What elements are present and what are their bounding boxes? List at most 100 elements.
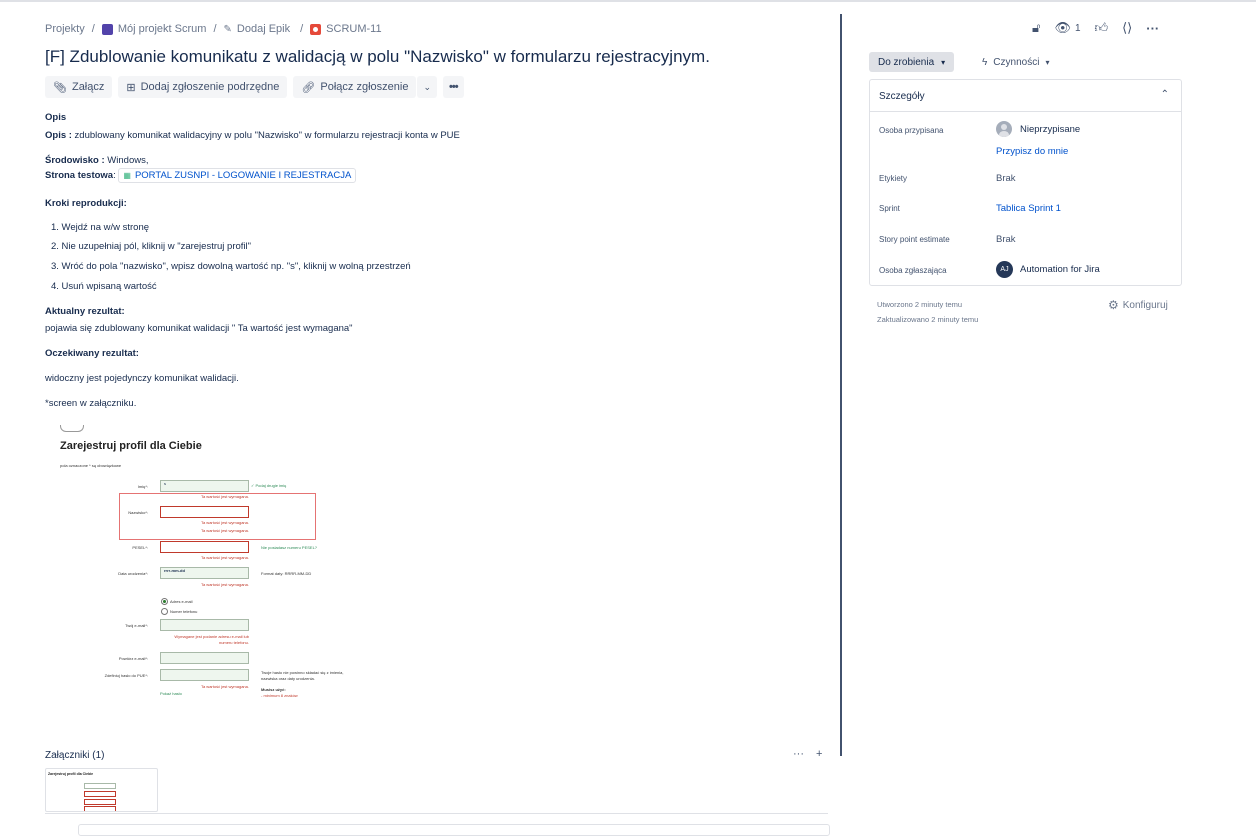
more-icon[interactable]: ···: [1146, 21, 1159, 36]
issue-title[interactable]: [F] Zdublowanie komunikatu z walidacją w…: [45, 47, 710, 67]
sprint-label: Sprint: [879, 204, 900, 213]
opis-text: zdublowany komunikat walidacyjny w polu …: [71, 130, 460, 141]
details-panel: Szczegóły ⌃ Osoba przypisana Nieprzypisa…: [869, 79, 1182, 286]
breadcrumb-epic[interactable]: ✎ Dodaj Epik: [224, 23, 291, 35]
expected-heading: Oczekiwany rezultat:: [45, 348, 139, 359]
test-page-label: Strona testowa: [45, 170, 114, 181]
assignee-label: Osoba przypisana: [879, 126, 944, 135]
hierarchy-icon: ⊞: [126, 81, 136, 94]
breadcrumb-separator: /: [91, 23, 95, 35]
comment-box[interactable]: [78, 824, 830, 836]
actual-text: pojawia się zdublowany komunikat walidac…: [45, 323, 353, 334]
test-page-link[interactable]: ▦ PORTAL ZUSNPI - LOGOWANIE I REJESTRACJ…: [118, 168, 357, 183]
labels-value[interactable]: Brak: [996, 173, 1016, 184]
form-title: Zarejestruj profil dla Ciebie: [60, 440, 202, 452]
thumbnail-field: [84, 799, 116, 805]
screen-note: *screen w załączniku.: [45, 398, 137, 409]
link-issue-dropdown[interactable]: ⌄: [417, 76, 437, 98]
attachments-add-button[interactable]: +: [816, 748, 822, 760]
details-header[interactable]: Szczegóły ⌃: [870, 80, 1181, 112]
configure-label: Konfiguruj: [1122, 299, 1168, 311]
pesel-error: Ta wartość jest wymagana.: [200, 555, 249, 560]
thumbs-up-icon[interactable]: 👍︎: [1095, 20, 1109, 36]
attachment-thumbnail[interactable]: Zarejestruj profil dla Ciebie: [45, 768, 158, 812]
status-dropdown[interactable]: Do zrobienia ▾: [869, 52, 955, 72]
thumbnail-title: Zarejestruj profil dla Ciebie: [48, 772, 94, 776]
breadcrumb: Projekty / Mój projekt Scrum / ✎ Dodaj E…: [45, 23, 382, 35]
breadcrumb-projects[interactable]: Projekty: [45, 23, 85, 35]
dob-value: rrrr-mm-dd: [164, 568, 185, 573]
env-text: Windows,: [104, 155, 149, 166]
story-points-label: Story point estimate: [879, 235, 950, 244]
project-icon: [101, 23, 113, 35]
step-item: 3. Wróć do pola "nazwisko", wpisz dowoln…: [51, 261, 411, 272]
test-page-link-label: PORTAL ZUSNPI - LOGOWANIE I REJESTRACJA: [134, 170, 352, 181]
password-must: Musisz użyć:: [261, 687, 286, 692]
story-points-value[interactable]: Brak: [996, 234, 1016, 245]
breadcrumb-separator: /: [300, 23, 304, 35]
radio-phone-label: Numer telefonu: [170, 609, 198, 614]
issue-header-actions: 🔓︎ 👁︎ 1 👍︎ ⟨⟩ ···: [1032, 20, 1159, 36]
chevron-down-icon: ⌄: [423, 81, 431, 92]
more-actions-button[interactable]: •••: [443, 76, 464, 98]
labels-label: Etykiety: [879, 174, 908, 183]
opis-label: Opis :: [45, 130, 72, 141]
password-label: Zdefiniuj hasło do PUE*:: [104, 673, 148, 678]
radio-email-label: Adres e-mail: [170, 599, 193, 604]
attachments-more-button[interactable]: ···: [793, 748, 804, 760]
chevron-down-icon: ▾: [1045, 57, 1050, 67]
add-child-issue-button[interactable]: ⊞ Dodaj zgłoszenie podrzędne: [118, 76, 288, 98]
nazwisko-field: [160, 506, 249, 518]
pesel-label: PESEL*:: [132, 545, 148, 550]
pencil-icon: ✎: [223, 23, 232, 35]
thumbnail-field: [84, 791, 116, 797]
pesel-hint: Nie posiadasz numeru PESEL?: [261, 545, 318, 550]
step-item: 4. Usuń wpisaną wartość: [51, 281, 157, 292]
breadcrumb-issue-key: SCRUM-11: [326, 23, 382, 35]
configure-button[interactable]: ⚙ Konfiguruj: [1108, 298, 1168, 312]
panel-divider[interactable]: [840, 14, 842, 756]
reporter-value[interactable]: AJ Automation for Jira: [996, 261, 1100, 278]
speech-bubble-shape: [60, 425, 84, 432]
updated-date: Zaktualizowano 2 minuty temu: [877, 315, 979, 324]
chevron-up-icon[interactable]: ⌃: [1161, 89, 1169, 100]
more-icon: •••: [449, 81, 459, 93]
embedded-screenshot[interactable]: Zarejestruj profil dla Ciebie pola oznac…: [58, 425, 398, 710]
reporter-name: Automation for Jira: [1020, 264, 1100, 275]
gear-icon: ⚙: [1108, 298, 1119, 312]
assignee-value[interactable]: Nieprzypisane: [996, 121, 1080, 137]
step-item: 2. Nie uzupełniaj pól, kliknij w "zareje…: [51, 241, 251, 252]
attachments-divider: [45, 813, 828, 814]
actions-label: Czynności: [993, 56, 1040, 68]
description-env: Środowisko : Windows,: [45, 155, 148, 166]
email-error-1: Wymagane jest podanie adresu e-mail lub: [174, 634, 249, 639]
top-border: [0, 0, 1256, 2]
nazwisko-error-duplicate: Ta wartość jest wymagana.: [200, 528, 249, 533]
description-test-page: Strona testowa: ▦ PORTAL ZUSNPI - LOGOWA…: [45, 168, 357, 183]
breadcrumb-issue[interactable]: SCRUM-11: [310, 23, 382, 35]
link-issue-button[interactable]: 🔗︎ Połącz zgłoszenie: [293, 76, 417, 98]
actions-dropdown[interactable]: ϟ Czynności ▾: [982, 52, 1049, 72]
assign-to-me-link[interactable]: Przypisz do mnie: [996, 146, 1068, 157]
radio-phone: [161, 608, 168, 615]
imie-value: s: [164, 481, 166, 486]
steps-heading: Kroki reprodukcji:: [45, 198, 127, 209]
attachments-title: Załączniki (1): [45, 750, 105, 761]
description-heading: Opis: [45, 112, 67, 123]
status-label: Do zrobienia: [878, 56, 935, 68]
breadcrumb-project[interactable]: Mój projekt Scrum: [101, 23, 206, 35]
attach-button[interactable]: 📎︎ Załącz: [45, 76, 113, 98]
chevron-down-icon: ▾: [941, 57, 946, 67]
radio-email: [161, 598, 168, 605]
watch-button[interactable]: 👁︎ 1: [1054, 20, 1080, 36]
password-hint-1: Twoje hasło nie powinno składać się z im…: [261, 670, 344, 675]
dob-field: rrrr-mm-dd: [160, 567, 249, 579]
dob-hint: Format daty: RRRR-MM-DD: [261, 571, 312, 576]
imie-hint: ✓ Podaj drugie imię: [251, 483, 287, 488]
eye-icon: 👁︎: [1054, 20, 1071, 35]
email-error-2: numeru telefonu.: [218, 640, 249, 645]
sprint-value[interactable]: Tablica Sprint 1: [996, 203, 1061, 214]
lock-icon[interactable]: 🔓︎: [1032, 20, 1040, 36]
watch-count: 1: [1074, 22, 1081, 34]
share-icon[interactable]: ⟨⟩: [1122, 20, 1132, 36]
